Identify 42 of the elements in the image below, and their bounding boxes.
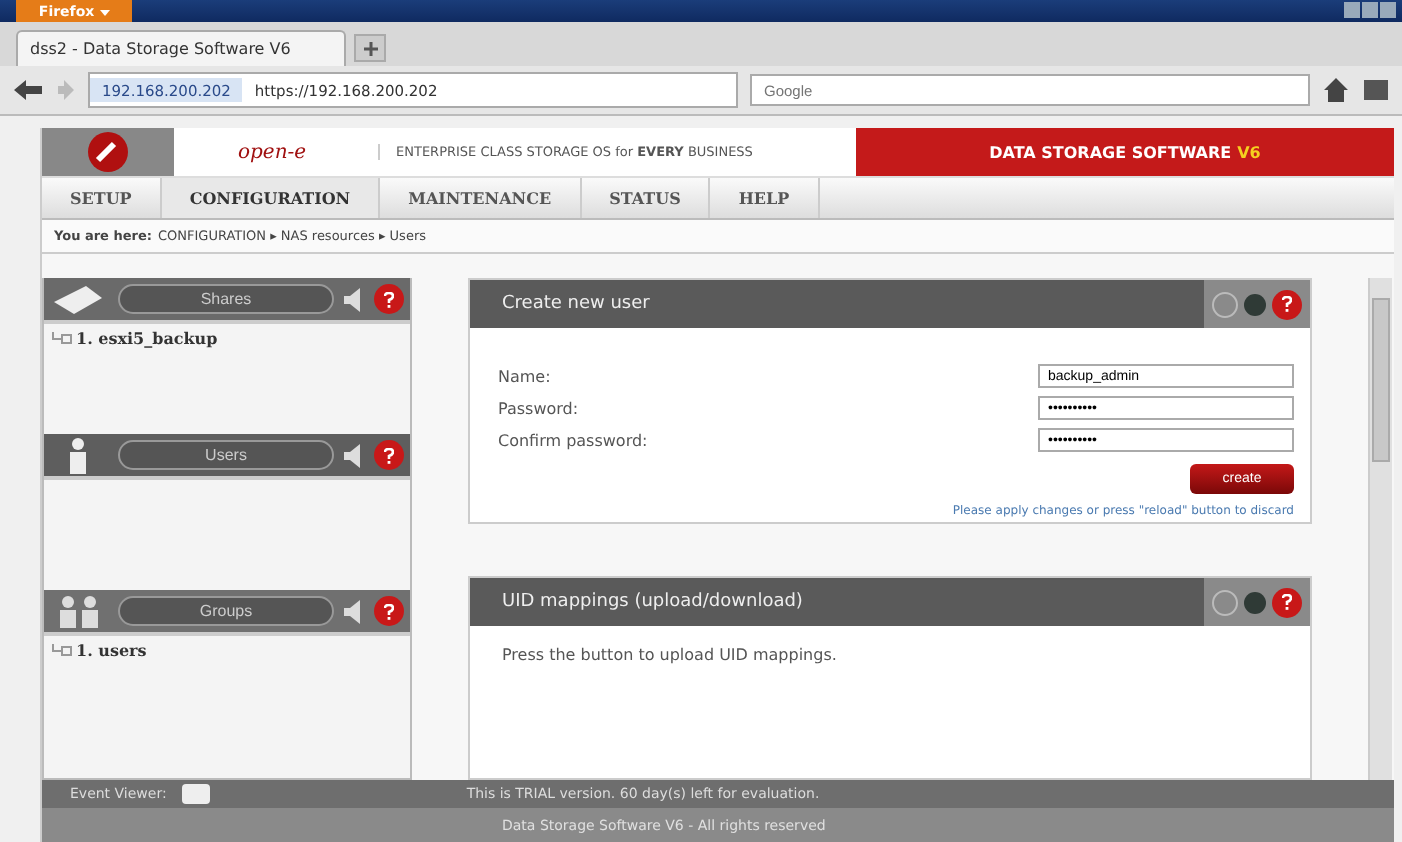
question-mark-icon xyxy=(1282,296,1292,312)
brand-logo: open-e xyxy=(238,141,309,163)
product-banner: DATA STORAGE SOFTWARE V6 xyxy=(856,128,1394,176)
help-button[interactable] xyxy=(374,440,404,470)
tree-connector-icon xyxy=(52,643,72,657)
scrollbar[interactable] xyxy=(1368,278,1392,780)
plus-icon xyxy=(363,41,377,55)
menu-tab[interactable]: STATUS xyxy=(581,178,711,218)
field-label: Confirm password: xyxy=(498,431,648,449)
tree-item[interactable]: 1. esxi5_backup xyxy=(76,328,218,348)
menu-tab[interactable]: HELP xyxy=(710,178,820,218)
question-mark-icon xyxy=(384,291,394,307)
panel-title: Create new user xyxy=(500,294,650,314)
field-label: Password: xyxy=(498,399,579,417)
tree-connector-icon xyxy=(52,331,72,345)
help-button[interactable] xyxy=(1272,587,1302,617)
share-icon xyxy=(54,285,102,313)
section-title-button[interactable]: Shares xyxy=(118,284,334,314)
caret-icon xyxy=(99,9,110,15)
message-icon[interactable] xyxy=(182,784,211,804)
help-button[interactable] xyxy=(374,596,404,626)
menu-tab[interactable]: MAINTENANCE xyxy=(380,178,582,218)
question-mark-icon xyxy=(384,603,394,619)
section-title-button[interactable]: Users xyxy=(118,440,334,470)
person-icon xyxy=(70,437,86,473)
home-icon[interactable] xyxy=(1322,76,1350,104)
field-label: Name: xyxy=(498,367,551,385)
section-title-button[interactable]: Groups xyxy=(118,596,334,626)
panel-title: UID mappings (upload/download) xyxy=(500,592,803,612)
panel-text: Press the button to upload UID mappings. xyxy=(502,646,837,664)
back-arrow-icon[interactable] xyxy=(12,78,44,102)
bookmarks-icon[interactable] xyxy=(1362,76,1390,104)
menu-tab[interactable]: CONFIGURATION xyxy=(161,178,381,218)
help-button[interactable] xyxy=(374,284,404,314)
people-icon xyxy=(59,595,97,627)
question-mark-icon xyxy=(384,447,394,463)
tree-item[interactable]: 1. users xyxy=(76,640,147,660)
help-button[interactable] xyxy=(1272,289,1302,319)
new-tab-button[interactable] xyxy=(354,34,386,62)
window-controls-icon[interactable] xyxy=(1344,2,1396,18)
question-mark-icon xyxy=(1282,594,1292,610)
browser-tab[interactable]: dss2 - Data Storage Software V6 xyxy=(16,30,346,66)
